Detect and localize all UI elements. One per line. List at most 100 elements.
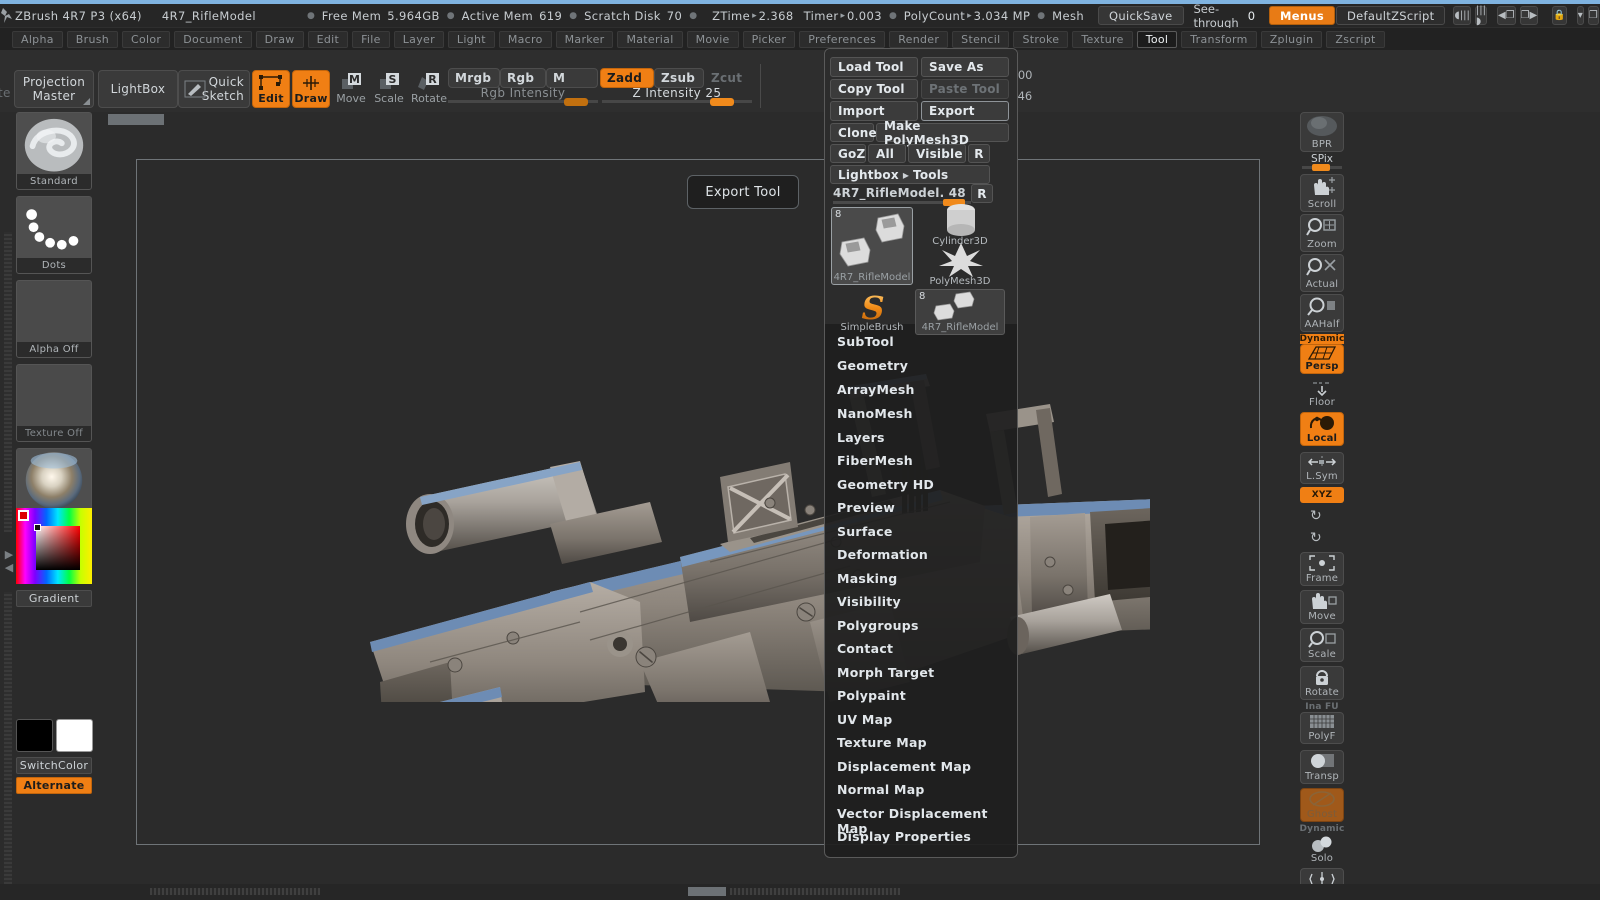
menu-item-brush[interactable]: Brush: [66, 30, 119, 48]
zsub-button[interactable]: Zsub: [654, 68, 704, 88]
menu-item-file[interactable]: File: [352, 30, 390, 48]
visible-r-button[interactable]: R: [968, 144, 990, 163]
dock-left-icon[interactable]: ◀❐: [1496, 6, 1516, 25]
zoom-button[interactable]: Zoom: [1300, 214, 1344, 252]
menu-item-draw[interactable]: Draw: [255, 30, 304, 48]
zscript-name[interactable]: DefaultZScript: [1335, 6, 1446, 25]
scale-nav-button[interactable]: Scale: [1300, 628, 1344, 662]
subpalette-nanomesh[interactable]: NanoMesh: [837, 406, 913, 421]
subpalette-uv-map[interactable]: UV Map: [837, 712, 893, 727]
dock-right-icon[interactable]: ❐▶: [1519, 6, 1539, 25]
m-button[interactable]: M: [546, 68, 598, 88]
subpalette-morph-target[interactable]: Morph Target: [837, 665, 934, 680]
menu-item-picker[interactable]: Picker: [742, 30, 796, 48]
ghost-button[interactable]: Ghost: [1300, 788, 1344, 822]
subpalette-normal-map[interactable]: Normal Map: [837, 782, 925, 797]
quicksave-button[interactable]: QuickSave: [1098, 6, 1184, 25]
subpalette-fibermesh[interactable]: FiberMesh: [837, 453, 913, 468]
polyframe-button[interactable]: PolyF: [1300, 712, 1344, 744]
xyz-button[interactable]: XYZ: [1300, 487, 1344, 503]
rgb-intensity-slider[interactable]: Rgb Intensity: [448, 86, 598, 106]
spix-knob[interactable]: [1312, 164, 1330, 171]
color-square-inner[interactable]: [36, 526, 80, 570]
menus-toggle-button[interactable]: Menus: [1269, 6, 1335, 25]
current-alpha-thumbnail[interactable]: Alpha Off: [16, 280, 92, 358]
move-nav-button[interactable]: Move: [1300, 590, 1344, 624]
menu-item-document[interactable]: Document: [174, 30, 252, 48]
subpalette-masking[interactable]: Masking: [837, 571, 898, 586]
menu-item-tool[interactable]: Tool: [1136, 30, 1178, 48]
current-stroke-thumbnail[interactable]: Dots: [16, 196, 92, 274]
visible-button[interactable]: Visible: [908, 144, 966, 163]
see-through-slider[interactable]: See-through 0: [1193, 2, 1312, 37]
move-tool-button[interactable]: M Move: [334, 70, 368, 105]
subpalette-layers[interactable]: Layers: [837, 430, 885, 445]
menu-item-edit[interactable]: Edit: [307, 30, 349, 48]
prev-script-icon[interactable]: ◖|||: [1453, 6, 1471, 25]
primary-color-swatch[interactable]: [16, 719, 53, 752]
menu-item-zplugin[interactable]: Zplugin: [1260, 30, 1323, 48]
aahalf-button[interactable]: AAHalf: [1300, 294, 1344, 332]
subpalette-contact[interactable]: Contact: [837, 641, 893, 656]
gradient-button[interactable]: Gradient: [16, 590, 92, 607]
menu-item-transform[interactable]: Transform: [1181, 30, 1257, 48]
restore-icon[interactable]: ❐: [1587, 6, 1599, 25]
actual-button[interactable]: Actual: [1300, 254, 1344, 292]
perspective-button[interactable]: Persp: [1300, 344, 1344, 374]
menu-item-preferences[interactable]: Preferences: [799, 30, 886, 48]
frame-button[interactable]: Frame: [1300, 552, 1344, 586]
z-intensity-slider[interactable]: Z Intensity 25: [602, 86, 752, 106]
subpalette-texture-map[interactable]: Texture Map: [837, 735, 927, 750]
lightbox-tools-button[interactable]: Lightbox ▸ Tools: [830, 165, 990, 184]
subpalette-display-properties[interactable]: Display Properties: [837, 829, 971, 844]
zcut-button[interactable]: Zcut: [704, 68, 752, 88]
tool-palette-popup[interactable]: Load Tool Save As Copy Tool Paste Tool I…: [824, 48, 1018, 858]
rotate-ccw-icon[interactable]: ↻: [1310, 508, 1322, 524]
copy-tool-button[interactable]: Copy Tool: [830, 79, 918, 99]
load-tool-button[interactable]: Load Tool: [830, 57, 918, 77]
tool-thumb-polymesh[interactable]: PolyMesh3D: [915, 241, 1005, 289]
menu-item-stroke[interactable]: Stroke: [1013, 30, 1069, 48]
subpalette-surface[interactable]: Surface: [837, 524, 893, 539]
document-canvas[interactable]: [100, 112, 1296, 884]
subpalette-preview[interactable]: Preview: [837, 500, 895, 515]
subpalette-geometry-hd[interactable]: Geometry HD: [837, 477, 934, 492]
goz-button[interactable]: GoZ: [830, 144, 866, 163]
draw-button[interactable]: Draw: [292, 70, 330, 108]
menu-item-color[interactable]: Color: [122, 30, 171, 48]
next-script-icon[interactable]: |||◗: [1474, 5, 1487, 27]
color-picker[interactable]: [16, 508, 92, 584]
bottom-scroll-thumb[interactable]: [688, 887, 726, 896]
menu-item-marker[interactable]: Marker: [555, 30, 614, 48]
subpalette-geometry[interactable]: Geometry: [837, 358, 908, 373]
subpalette-displacement-map[interactable]: Displacement Map: [837, 759, 971, 774]
make-polymesh3d-button[interactable]: Make PolyMesh3D: [876, 119, 1009, 147]
rotate-tool-button[interactable]: R Rotate: [410, 70, 448, 105]
current-texture-thumbnail[interactable]: Texture Off: [16, 364, 92, 442]
solo-button[interactable]: Solo: [1300, 834, 1344, 866]
tool-thumb-rifle-selected[interactable]: 8 4R7_RifleModel: [831, 207, 913, 285]
tool-thumb-simplebrush[interactable]: S SimpleBrush: [831, 289, 913, 335]
spix-slider[interactable]: SPix: [1300, 153, 1344, 171]
rgb-intensity-knob[interactable]: [564, 98, 588, 106]
menu-item-macro[interactable]: Macro: [498, 30, 552, 48]
menu-item-stencil[interactable]: Stencil: [952, 30, 1010, 48]
bpr-render-button[interactable]: BPR: [1300, 112, 1344, 152]
paste-tool-button[interactable]: Paste Tool: [921, 79, 1009, 99]
clone-button[interactable]: Clone: [830, 123, 877, 142]
menu-item-layer[interactable]: Layer: [393, 30, 444, 48]
rotate-cw-icon[interactable]: ↻: [1310, 530, 1322, 546]
z-intensity-knob[interactable]: [710, 98, 734, 106]
mrgb-button[interactable]: Mrgb: [448, 68, 500, 88]
subpalette-visibility[interactable]: Visibility: [837, 594, 901, 609]
menu-item-render[interactable]: Render: [889, 30, 949, 48]
local-symmetry-button[interactable]: L.Sym: [1300, 452, 1344, 484]
transparency-button[interactable]: Transp: [1300, 750, 1344, 784]
menu-item-zscript[interactable]: Zscript: [1326, 30, 1385, 48]
save-as-button[interactable]: Save As: [921, 57, 1009, 77]
subpalette-subtool[interactable]: SubTool: [837, 334, 894, 349]
menu-item-light[interactable]: Light: [447, 30, 495, 48]
menu-item-material[interactable]: Material: [617, 30, 683, 48]
scale-tool-button[interactable]: S Scale: [372, 70, 406, 105]
tool-thumb-rifle-2[interactable]: 8 4R7_RifleModel: [915, 289, 1005, 335]
